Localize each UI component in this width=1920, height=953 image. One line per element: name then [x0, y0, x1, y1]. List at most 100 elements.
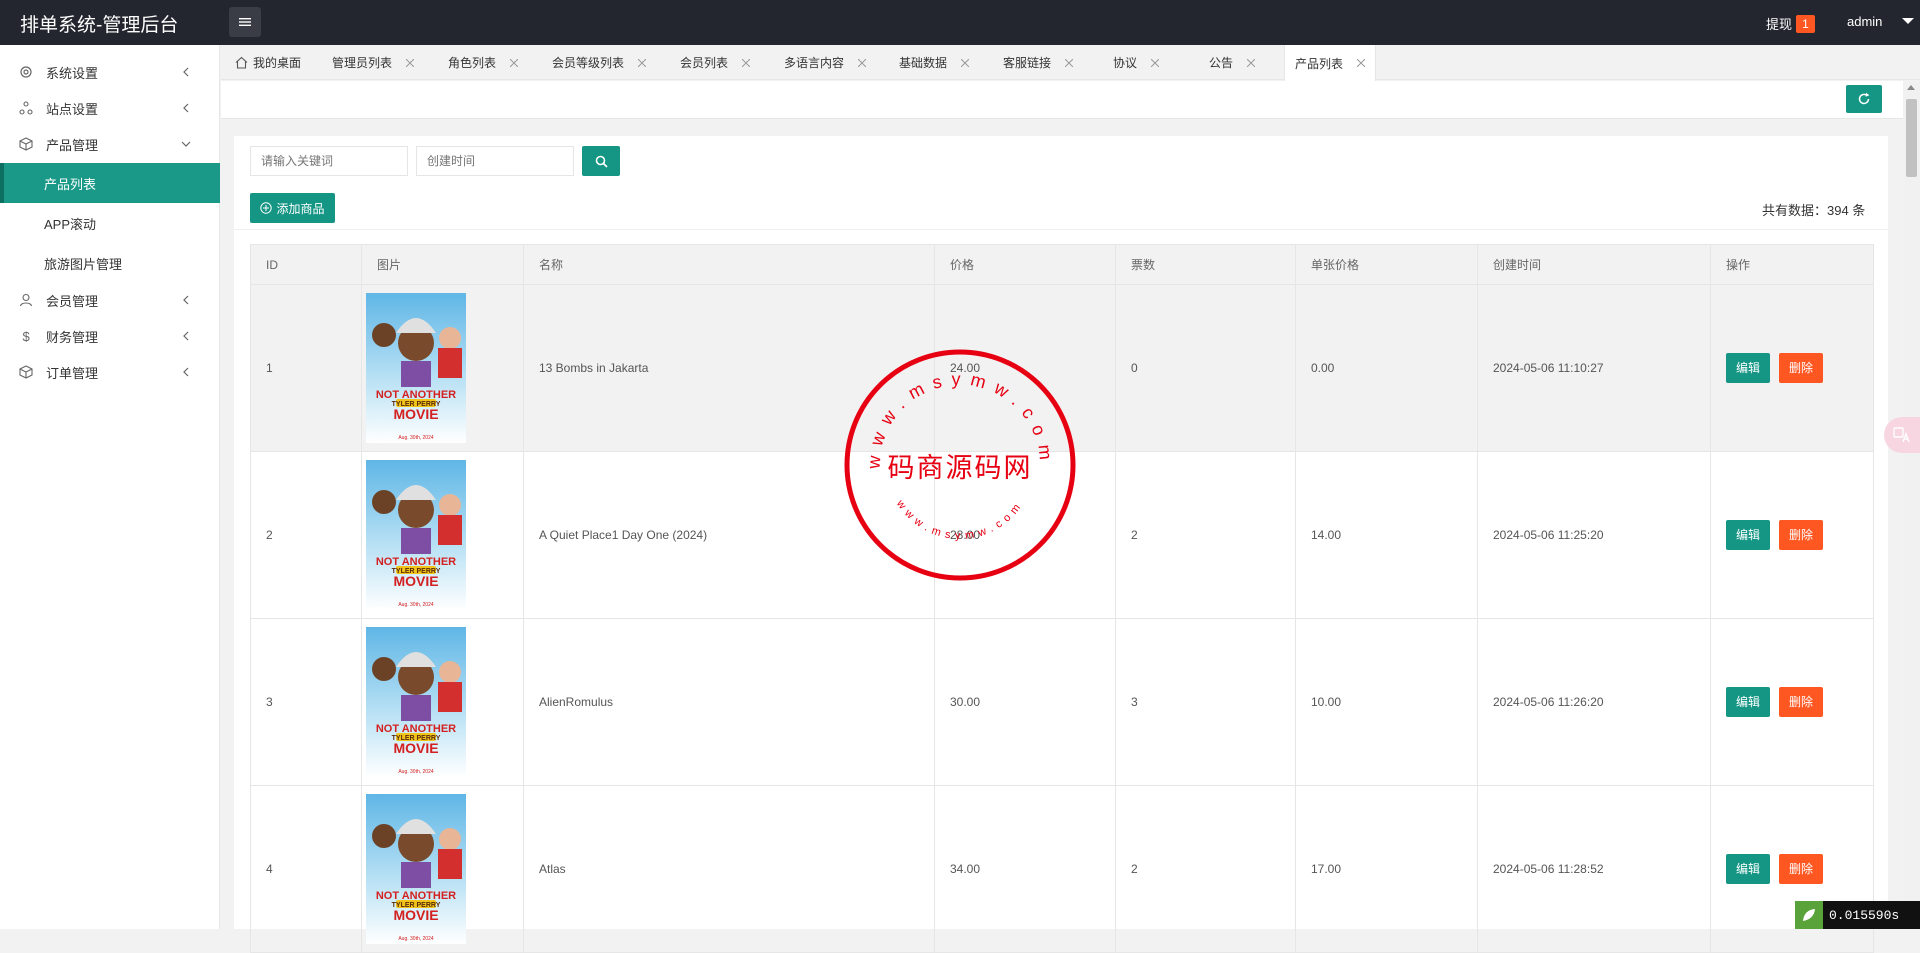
withdraw-link[interactable]: 提现: [1766, 14, 1792, 33]
sidebar-item-member-management[interactable]: 会员管理: [0, 282, 220, 318]
table-row[interactable]: 4 NOT ANOTHER TYLER PERRY MOVIE Aug. 30th, …: [250, 785, 1874, 953]
chevron-left-icon: [183, 367, 189, 377]
scrollbar[interactable]: [1903, 81, 1920, 929]
close-icon[interactable]: [406, 58, 415, 67]
sidebar-item-label: 站点设置: [46, 101, 99, 117]
close-icon[interactable]: [1065, 58, 1074, 67]
tab-role-list[interactable]: 角色列表: [448, 45, 519, 80]
tab-admin-list[interactable]: 管理员列表: [332, 45, 415, 80]
tab-agreement[interactable]: 协议: [1113, 45, 1160, 80]
delete-button[interactable]: 删除: [1779, 687, 1823, 717]
svg-text:$: $: [23, 329, 31, 343]
network-icon: [19, 101, 33, 115]
table-header-row: ID 图片 名称 价格 票数 单张价格 创建时间 操作: [250, 244, 1874, 285]
translate-float-button[interactable]: [1884, 417, 1920, 453]
tab-base-data[interactable]: 基础数据: [899, 45, 970, 80]
tab-bar: 我的桌面 管理员列表 角色列表 会员等级列表 会员列表 多语言内容 基础数据 客…: [221, 45, 1920, 81]
scrollbar-thumb[interactable]: [1906, 99, 1917, 177]
sidebar: 系统设置 站点设置 产品管理 产品列表 APP滚动 旅游图片管理 会员管理 $ …: [0, 45, 220, 929]
sidebar-item-product-management[interactable]: 产品管理: [0, 126, 220, 162]
edit-button[interactable]: 编辑: [1726, 520, 1770, 550]
tab-product-list[interactable]: 产品列表: [1284, 45, 1377, 81]
chevron-left-icon: [183, 103, 189, 113]
column-header: 价格: [934, 244, 1116, 285]
cell-image: NOT ANOTHER TYLER PERRY MOVIE Aug. 30th, 20…: [361, 618, 524, 786]
watermark-stamp: www.msymw.com 码商源码网 www.msymw.com: [844, 349, 1076, 581]
cell-id: 1: [250, 284, 362, 452]
close-icon[interactable]: [1151, 58, 1160, 67]
timer-value: 0.015590s: [1829, 907, 1900, 923]
refresh-button[interactable]: [1846, 85, 1882, 113]
tab-label: 产品列表: [1295, 56, 1344, 71]
sidebar-item-finance-management[interactable]: $ 财务管理: [0, 318, 220, 354]
close-icon[interactable]: [638, 58, 647, 67]
tab-label: 管理员列表: [332, 56, 393, 70]
sidebar-item-site-settings[interactable]: 站点设置: [0, 90, 220, 126]
leaf-icon: [1795, 901, 1823, 929]
sidebar-item-label: 系统设置: [46, 65, 99, 81]
scroll-up-arrow-icon[interactable]: [1907, 85, 1915, 90]
tab-service-links[interactable]: 客服链接: [1003, 45, 1074, 80]
cell-unit-price: 14.00: [1295, 451, 1478, 619]
divider: [234, 229, 1888, 230]
tab-label: 会员等级列表: [552, 56, 625, 70]
debug-timer[interactable]: 0.015590s: [1795, 901, 1920, 929]
sidebar-item-label: 订单管理: [46, 365, 99, 381]
delete-button[interactable]: 删除: [1779, 520, 1823, 550]
tab-label: 协议: [1113, 56, 1138, 70]
sidebar-item-system-settings[interactable]: 系统设置: [0, 54, 220, 90]
column-header: 单张价格: [1295, 244, 1478, 285]
cell-image: NOT ANOTHER TYLER PERRY MOVIE Aug. 30th, 20…: [361, 284, 524, 452]
svg-text:www.msymw.com: www.msymw.com: [893, 497, 1026, 542]
sidebar-item-order-management[interactable]: 订单管理: [0, 354, 220, 390]
delete-button[interactable]: 删除: [1779, 353, 1823, 383]
edit-button[interactable]: 编辑: [1726, 854, 1770, 884]
box-icon: [19, 137, 33, 151]
tab-label: 客服链接: [1003, 56, 1052, 70]
close-icon[interactable]: [742, 58, 751, 67]
table-row[interactable]: 3 NOT ANOTHER TYLER PERRY MOVIE Aug. 30th, …: [250, 618, 1874, 786]
product-poster-image: NOT ANOTHERTYLER PERRYMOVIEAug. 30th, 20…: [366, 293, 466, 443]
tab-label: 基础数据: [899, 56, 948, 70]
cell-name: AlienRomulus: [523, 618, 935, 786]
poster-date: Aug. 30th, 2024: [398, 936, 434, 942]
user-icon: [19, 293, 33, 307]
tab-member-list[interactable]: 会员列表: [680, 45, 751, 80]
poster-title-line: MOVIE: [393, 907, 438, 923]
total-count: 共有数据：394 条: [1762, 203, 1866, 218]
close-icon[interactable]: [858, 58, 867, 67]
column-header: 票数: [1115, 244, 1296, 285]
tab-my-desktop[interactable]: 我的桌面: [235, 45, 301, 80]
caret-down-icon[interactable]: [1902, 18, 1914, 24]
search-button[interactable]: [582, 146, 620, 176]
close-icon[interactable]: [1357, 59, 1366, 67]
close-icon[interactable]: [510, 58, 519, 67]
close-icon[interactable]: [1247, 58, 1256, 67]
column-header: 名称: [523, 244, 935, 285]
edit-button[interactable]: 编辑: [1726, 687, 1770, 717]
add-product-button[interactable]: 添加商品: [250, 193, 335, 223]
keyword-search-input[interactable]: [250, 146, 408, 176]
sidebar-subitem-travel-images[interactable]: 旅游图片管理: [0, 243, 220, 283]
app-title: 排单系统-管理后台: [20, 15, 179, 36]
poster-date: Aug. 30th, 2024: [398, 769, 434, 775]
tab-multilang-content[interactable]: 多语言内容: [784, 45, 867, 80]
sidebar-item-label: 财务管理: [46, 329, 99, 345]
created-time-input[interactable]: [416, 146, 574, 176]
tab-member-level-list[interactable]: 会员等级列表: [552, 45, 647, 80]
top-bar: 排单系统-管理后台 提现 1 admin: [0, 0, 1920, 45]
delete-button[interactable]: 删除: [1779, 854, 1823, 884]
user-menu[interactable]: admin: [1847, 14, 1882, 29]
sidebar-subitem-label: 产品列表: [44, 176, 97, 192]
gear-icon: [20, 66, 32, 78]
tab-announcement[interactable]: 公告: [1209, 45, 1256, 80]
cell-image: NOT ANOTHER TYLER PERRY MOVIE Aug. 30th, 20…: [361, 785, 524, 953]
menu-toggle-button[interactable]: [229, 7, 261, 37]
watermark-url-bottom: www.msymw.com: [893, 497, 1021, 542]
edit-button[interactable]: 编辑: [1726, 353, 1770, 383]
column-header: 创建时间: [1477, 244, 1711, 285]
cell-created: 2024-05-06 11:26:20: [1477, 618, 1711, 786]
sidebar-subitem-app-scroll[interactable]: APP滚动: [0, 203, 220, 243]
close-icon[interactable]: [961, 58, 970, 67]
sidebar-subitem-product-list[interactable]: 产品列表: [0, 163, 220, 203]
